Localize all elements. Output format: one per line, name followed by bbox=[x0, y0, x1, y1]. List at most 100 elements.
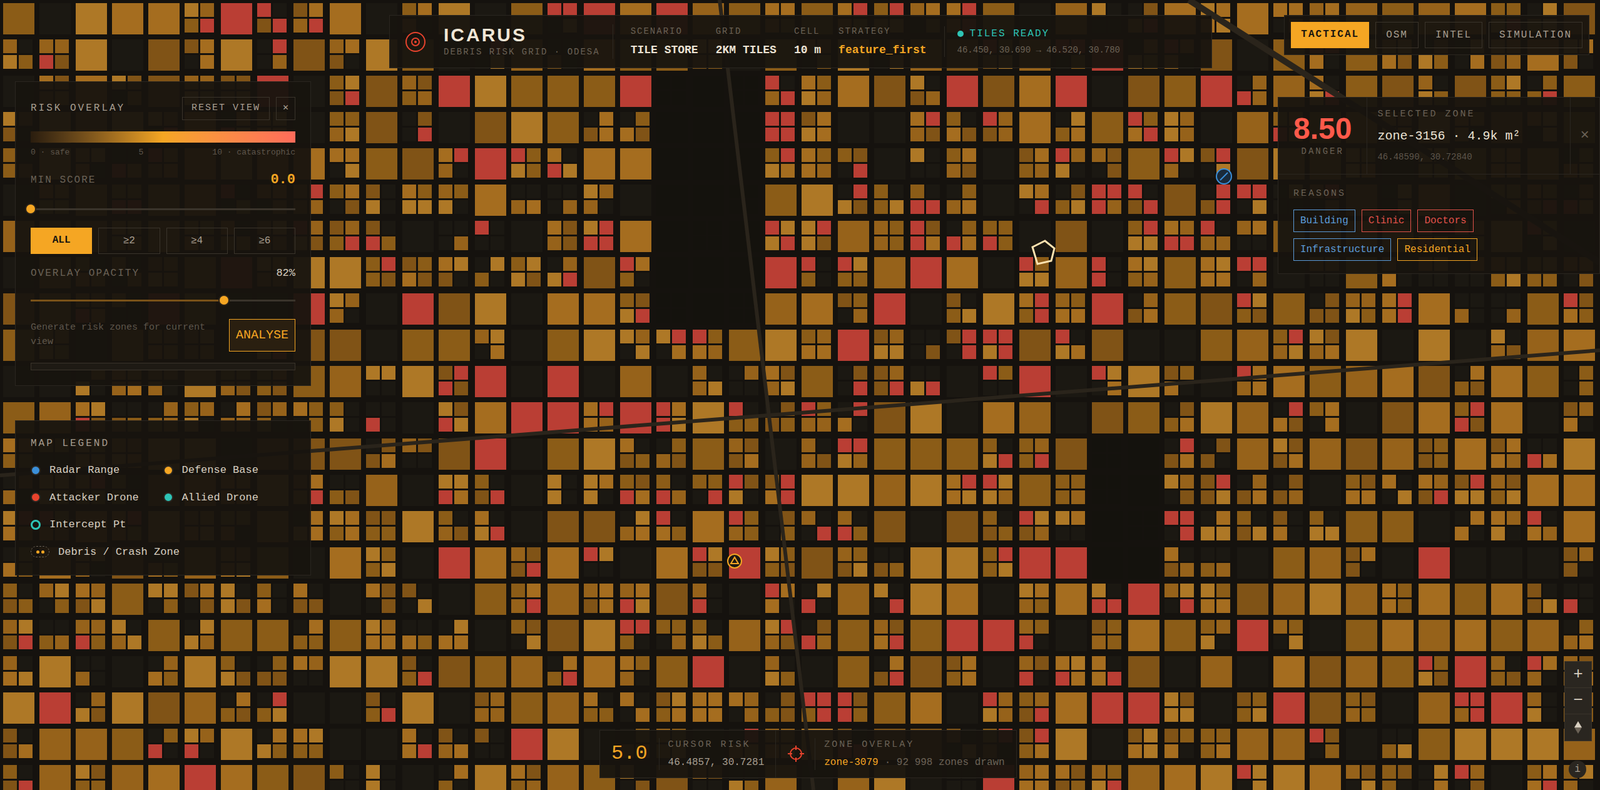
analyse-progress bbox=[30, 362, 296, 371]
danger-score: 8.50DANGER bbox=[1278, 97, 1368, 174]
view-tab[interactable]: INTEL bbox=[1424, 21, 1483, 49]
view-tab[interactable]: SIMULATION bbox=[1488, 21, 1583, 49]
scale-max: 10 · catastrophic bbox=[212, 146, 296, 159]
legend-item: Allied Drone bbox=[163, 489, 296, 507]
scale-min: 0 · safe bbox=[30, 146, 70, 159]
zone-name: zone-3156 · 4.9k m² bbox=[1377, 127, 1560, 146]
analyse-row: Generate risk zones for current viewANAL… bbox=[30, 319, 296, 352]
close-button[interactable]: ✕ bbox=[275, 96, 296, 121]
field-value: TILE STORE bbox=[630, 41, 699, 59]
min-score-slider[interactable] bbox=[30, 201, 296, 217]
scale-labels: 0 · safe 5 10 · catastrophic bbox=[30, 146, 296, 159]
reason-tag: Infrastructure bbox=[1293, 238, 1392, 261]
radar-marker-icon[interactable] bbox=[1216, 168, 1232, 184]
legend-label: Allied Drone bbox=[182, 489, 259, 507]
danger-label: DANGER bbox=[1301, 145, 1345, 159]
legend-label: Attacker Drone bbox=[49, 489, 139, 507]
status-row: TILES READY bbox=[957, 26, 1121, 42]
slider-knob[interactable] bbox=[218, 294, 230, 306]
panel-header: RISK OVERLAYRESET VIEW✕ bbox=[30, 96, 296, 121]
view-tab[interactable]: TACTICAL bbox=[1290, 21, 1370, 49]
reason-tag: Building bbox=[1293, 209, 1356, 233]
reason-tag: Clinic bbox=[1361, 209, 1412, 233]
legend-item: Defense Base bbox=[163, 462, 296, 479]
legend-items: Radar Range Defense Base Attacker Drone All… bbox=[30, 462, 296, 561]
cursor-risk: 5.0 CURSOR RISK46.4857, 30.7281 bbox=[600, 730, 776, 778]
zone-overlay-row: zone-3079 · 92 998 zones drawn bbox=[824, 755, 1005, 771]
status-dot bbox=[957, 30, 964, 37]
view-tab[interactable]: OSM bbox=[1375, 21, 1419, 49]
legend-dot-icon bbox=[30, 465, 41, 476]
legend-title: MAP LEGEND bbox=[30, 436, 296, 452]
slider-fill bbox=[30, 299, 225, 302]
selected-zone-panel: 8.50DANGER SELECTED ZONE zone-3156 · 4.9k … bbox=[1277, 96, 1600, 275]
field-value: 2KM TILES bbox=[715, 41, 777, 59]
legend-item: Radar Range bbox=[30, 462, 164, 479]
zoom-controls: +− bbox=[1564, 661, 1592, 742]
cursor-coords: 46.4857, 30.7281 bbox=[668, 755, 765, 771]
legend-label: Defense Base bbox=[182, 462, 259, 479]
info-button[interactable]: i bbox=[1568, 760, 1587, 779]
cursor-info: CURSOR RISK46.4857, 30.7281 bbox=[658, 738, 765, 771]
opacity-value: 82% bbox=[275, 265, 296, 282]
legend-dot-icon bbox=[30, 492, 41, 503]
risk-overlay-panel: RISK OVERLAYRESET VIEW✕ 0 · safe 5 10 · cat… bbox=[15, 81, 311, 387]
zoom-out-button[interactable]: − bbox=[1564, 688, 1592, 715]
zoom-in-button[interactable]: + bbox=[1564, 662, 1592, 689]
legend-item: Attacker Drone bbox=[30, 489, 164, 507]
header-field: SCENARIO TILE STORE bbox=[630, 25, 699, 59]
zone-count: · 92 998 zones drawn bbox=[884, 755, 1005, 771]
legend-label: Debris / Crash Zone bbox=[58, 544, 180, 561]
zone-overlay-id: zone-3079 bbox=[824, 755, 878, 771]
score-filters: ALL≥2≥4≥6 bbox=[30, 227, 296, 255]
slider-track bbox=[30, 208, 296, 211]
crosshair-icon bbox=[787, 745, 805, 763]
defense-base-icon[interactable] bbox=[727, 554, 742, 569]
cursor-risk-value: 5.0 bbox=[611, 738, 648, 770]
legend-item: Debris / Crash Zone bbox=[30, 544, 296, 561]
zone-header: 8.50DANGER SELECTED ZONE zone-3156 · 4.9k … bbox=[1278, 97, 1600, 175]
field-value: feature_first bbox=[838, 41, 927, 59]
tiles-status: TILES READY46.450, 30.690 → 46.520, 30.7… bbox=[944, 26, 1121, 57]
reset-view-button[interactable]: RESET VIEW bbox=[182, 96, 270, 121]
score-filter[interactable]: ≥4 bbox=[166, 227, 228, 255]
app-subtitle: DEBRIS RISK GRID · ODESA bbox=[443, 45, 601, 59]
header-field: CELL10 m bbox=[794, 25, 821, 59]
zone-title: SELECTED ZONE bbox=[1377, 107, 1560, 123]
zone-close-button[interactable]: × bbox=[1580, 124, 1590, 148]
status-bar: 5.0 CURSOR RISK46.4857, 30.7281 ZONE OVERL… bbox=[599, 730, 1017, 779]
zone-overlay-info: ZONE OVERLAYzone-3079· 92 998 zones draw… bbox=[814, 738, 1005, 771]
opacity-row: OVERLAY OPACITY 82% bbox=[30, 265, 296, 282]
app: ICARUSDEBRIS RISK GRID · ODESA SCENARIO TI… bbox=[0, 0, 1600, 790]
brand: ICARUSDEBRIS RISK GRID · ODESA bbox=[443, 24, 614, 59]
field-label: STRATEGY bbox=[838, 25, 927, 39]
legend-zone-icon bbox=[30, 546, 50, 558]
header-bar: ICARUSDEBRIS RISK GRID · ODESA SCENARIO TI… bbox=[389, 15, 1213, 69]
score-filter[interactable]: ALL bbox=[30, 227, 92, 255]
zone-overlay: ZONE OVERLAYzone-3079· 92 998 zones draw… bbox=[775, 730, 1016, 778]
field-label: SCENARIO bbox=[630, 25, 699, 39]
analyse-button[interactable]: ANALYSE bbox=[229, 319, 296, 352]
score-filter[interactable]: ≥2 bbox=[98, 227, 160, 255]
scale-mid: 5 bbox=[138, 146, 144, 159]
reason-tags: BuildingClinicDoctorsInfrastructureResid… bbox=[1293, 209, 1494, 261]
slider-knob[interactable] bbox=[25, 203, 37, 215]
map-legend: MAP LEGEND Radar Range Defense Base Attacke… bbox=[15, 420, 311, 576]
legend-ring-icon bbox=[30, 519, 41, 530]
opacity-slider[interactable] bbox=[30, 292, 296, 308]
risk-scale: 0 · safe 5 10 · catastrophic bbox=[30, 131, 296, 159]
logo-icon bbox=[404, 31, 427, 53]
header-field: GRID2KM TILES bbox=[715, 25, 777, 59]
compass-icon bbox=[1573, 720, 1584, 736]
min-score-row: MIN SCORE0.0 bbox=[30, 169, 296, 191]
opacity-label: OVERLAY OPACITY bbox=[30, 265, 140, 281]
score-filter[interactable]: ≥6 bbox=[234, 227, 296, 255]
risk-gradient bbox=[30, 131, 296, 143]
legend-label: Radar Range bbox=[49, 462, 120, 479]
compass-button[interactable] bbox=[1564, 714, 1592, 741]
view-tabs: TACTICALOSMINTELSIMULATION bbox=[1284, 15, 1590, 56]
min-score-label: MIN SCORE bbox=[30, 172, 96, 188]
legend-dot-icon bbox=[163, 492, 174, 503]
zone-close: × bbox=[1569, 97, 1600, 174]
zone-coords: 46.48590, 30.72840 bbox=[1377, 150, 1560, 164]
